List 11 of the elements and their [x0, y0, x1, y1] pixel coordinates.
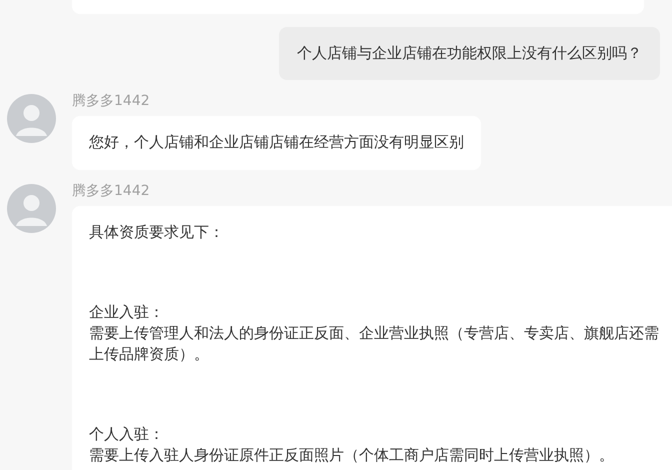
message-text: 具体资质要求见下：: [89, 222, 225, 243]
message-text: 个人店铺与企业店铺在功能权限上没有什么区别吗？: [297, 43, 642, 64]
sender-name: 腾多多1442: [72, 93, 151, 109]
message-text: 需要上传入驻人身份证原件正反面照片（个体工商户店需同时上传营业执照）。: [89, 445, 615, 466]
sender-name: 腾多多1442: [72, 183, 151, 199]
message-text: 企业入驻：: [89, 302, 165, 323]
message-text: 您好，个人店铺和企业店铺店铺在经营方面没有明显区别: [89, 132, 464, 153]
message-text: 个人入驻：: [89, 424, 165, 445]
message-text: 需要上传管理人和法人的身份证正反面、企业营业执照（专营店、专卖店、旗舰店还需上传品牌资质）。: [89, 323, 660, 365]
avatar-icon: [7, 94, 56, 143]
avatar-icon: [7, 184, 56, 233]
